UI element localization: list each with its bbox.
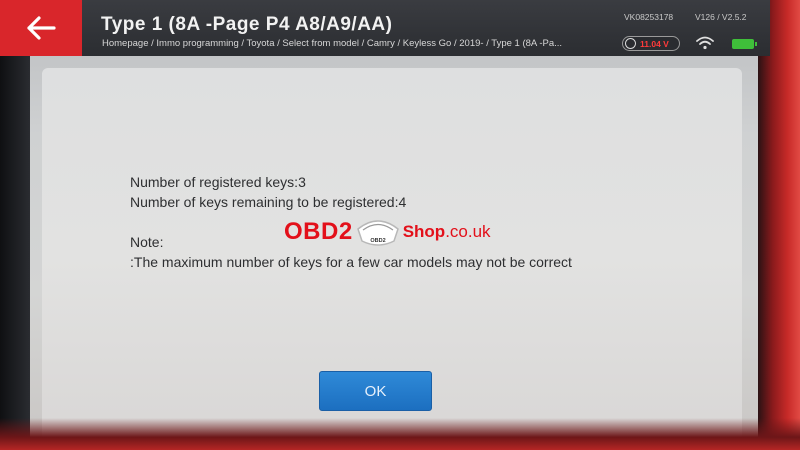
- watermark-domain: .co.uk: [445, 222, 491, 241]
- device-bezel-right: [758, 0, 800, 450]
- back-arrow-icon: [27, 16, 56, 40]
- message-dialog: Number of registered keys:3 Number of ke…: [42, 68, 742, 448]
- registered-keys-text: Number of registered keys:3: [130, 174, 306, 190]
- voltage-badge: 11.04 V: [622, 36, 680, 51]
- serial-number: VK08253178: [624, 12, 674, 22]
- version-label: V126 / V2.5.2: [695, 12, 747, 22]
- device-bezel-bottom: [0, 418, 800, 450]
- battery-icon: [732, 39, 757, 49]
- back-button[interactable]: [0, 0, 82, 56]
- watermark-shop: Shop: [402, 222, 446, 241]
- remaining-keys-text: Number of keys remaining to be registere…: [130, 194, 407, 210]
- watermark: OBD2 OBD2 Shop .co.uk: [284, 212, 491, 252]
- note-text: :The maximum number of keys for a few ca…: [130, 254, 572, 270]
- wifi-icon: [696, 36, 714, 50]
- svg-text:OBD2: OBD2: [370, 238, 385, 244]
- note-label: Note:: [130, 234, 164, 250]
- ok-button[interactable]: OK: [319, 371, 432, 411]
- voltage-value: 11.04 V: [640, 38, 669, 49]
- content-area: Number of registered keys:3 Number of ke…: [30, 56, 758, 450]
- breadcrumb: Homepage / Immo programming / Toyota / S…: [102, 38, 563, 49]
- car-logo-icon: OBD2: [356, 220, 399, 246]
- voltage-gauge-icon: [625, 38, 636, 49]
- watermark-brand: OBD2: [284, 218, 353, 245]
- page-title: Type 1 (8A -Page P4 A8/A9/AA): [101, 14, 393, 35]
- device-bezel-left: [0, 0, 30, 450]
- app-header: Type 1 (8A -Page P4 A8/A9/AA) Homepage /…: [0, 0, 770, 56]
